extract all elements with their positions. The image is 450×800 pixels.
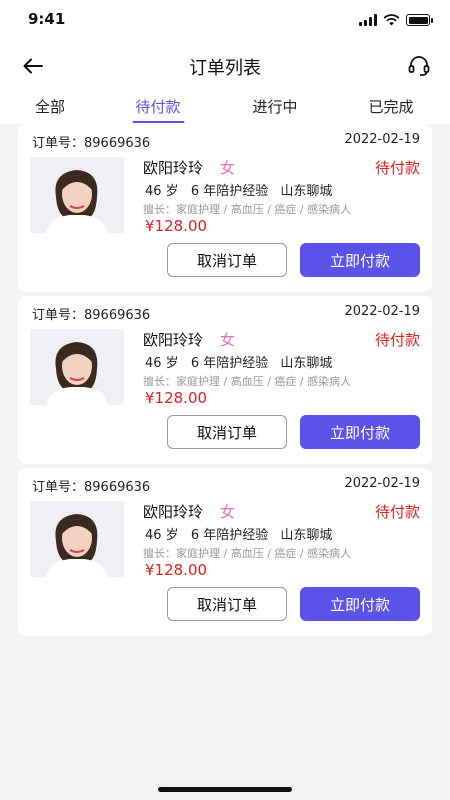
order-status: 待付款: [374, 159, 420, 177]
page-title: 订单列表: [189, 58, 261, 79]
caregiver-location: 山东聊城: [280, 184, 333, 199]
gender-label: 女: [220, 159, 236, 177]
gender-label: 女: [220, 503, 236, 521]
order-date: 2022-02-19: [344, 132, 420, 147]
avatar: [30, 501, 124, 577]
tab-active-indicator: [131, 121, 184, 123]
tab-in-progress[interactable]: 进行中: [252, 96, 297, 117]
avatar: [30, 329, 124, 405]
pay-now-button[interactable]: 立即付款: [300, 587, 420, 621]
caregiver-info: 46 岁 6 年陪护经验 山东聊城: [145, 524, 340, 543]
caregiver-info: 46 岁 6 年陪护经验 山东聊城: [145, 352, 340, 371]
tab-label: 待付款: [135, 98, 181, 116]
wifi-icon: [383, 14, 400, 26]
order-date: 2022-02-19: [344, 476, 420, 491]
order-number-value: 89669636: [84, 308, 151, 323]
order-number-label: 订单号：: [32, 308, 85, 323]
tab-pending-payment[interactable]: 待付款: [131, 96, 184, 123]
caregiver-experience: 6 年陪护经验: [190, 356, 269, 371]
order-status: 待付款: [374, 503, 420, 521]
caregiver-age: 46 岁: [145, 184, 179, 199]
status-bar: 9:41: [0, 0, 450, 44]
avatar: [30, 157, 124, 233]
tab-all[interactable]: 全部: [35, 96, 65, 117]
tab-completed[interactable]: 已完成: [368, 96, 413, 117]
cellular-signal-icon: [359, 14, 377, 26]
home-indicator[interactable]: [158, 787, 292, 792]
caregiver-experience: 6 年陪护经验: [190, 528, 269, 543]
order-status: 待付款: [374, 331, 420, 349]
battery-level: [408, 16, 428, 24]
order-price: ¥128.00: [145, 389, 208, 407]
caregiver-age: 46 岁: [145, 528, 179, 543]
caregiver-location: 山东聊城: [280, 528, 333, 543]
gender-label: 女: [220, 331, 236, 349]
headset-icon: [408, 56, 430, 76]
caregiver-name: 欧阳玲玲: [143, 331, 204, 349]
order-number: 订单号：89669636: [32, 304, 150, 323]
order-card[interactable]: 订单号：89669636 2022-02-19 欧阳玲玲 女 待付款 46 岁 …: [18, 296, 432, 464]
order-price: ¥128.00: [145, 217, 208, 235]
cancel-order-button[interactable]: 取消订单: [167, 415, 287, 449]
order-number: 订单号：89669636: [32, 476, 150, 495]
caregiver-experience: 6 年陪护经验: [190, 184, 269, 199]
order-list: 订单号：89669636 2022-02-19 欧阳玲玲 女 待付款 46 岁 …: [18, 124, 432, 640]
pay-now-button[interactable]: 立即付款: [300, 415, 420, 449]
pay-now-button[interactable]: 立即付款: [300, 243, 420, 277]
caregiver-age: 46 岁: [145, 356, 179, 371]
order-number-label: 订单号：: [32, 136, 85, 151]
order-number-value: 89669636: [84, 480, 151, 495]
header: 9:41 订单列表 全部 待付款 进行中 已完成: [0, 0, 450, 124]
cancel-order-button[interactable]: 取消订单: [167, 243, 287, 277]
caregiver-specialty: 擅长：家庭护理 / 高血压 / 癌症 / 感染病人: [143, 203, 352, 216]
order-date: 2022-02-19: [344, 304, 420, 319]
caregiver-location: 山东聊城: [280, 356, 333, 371]
caregiver-name: 欧阳玲玲: [143, 503, 204, 521]
battery-icon: [406, 14, 433, 26]
tab-bar: 全部 待付款 进行中 已完成: [0, 92, 450, 124]
order-card[interactable]: 订单号：89669636 2022-02-19 欧阳玲玲 女 待付款 46 岁 …: [18, 124, 432, 292]
caregiver-name: 欧阳玲玲: [143, 159, 204, 177]
caregiver-specialty: 擅长：家庭护理 / 高血压 / 癌症 / 感染病人: [143, 375, 352, 388]
nav-bar: 订单列表: [0, 44, 450, 88]
status-icons: [359, 14, 433, 26]
status-time: 9:41: [28, 10, 66, 28]
order-number: 订单号：89669636: [32, 132, 150, 151]
cancel-order-button[interactable]: 取消订单: [167, 587, 287, 621]
caregiver-info: 46 岁 6 年陪护经验 山东聊城: [145, 180, 340, 199]
caregiver-specialty: 擅长：家庭护理 / 高血压 / 癌症 / 感染病人: [143, 547, 352, 560]
customer-service-button[interactable]: [404, 52, 434, 80]
order-card[interactable]: 订单号：89669636 2022-02-19 欧阳玲玲 女 待付款 46 岁 …: [18, 468, 432, 636]
order-price: ¥128.00: [145, 561, 208, 579]
order-number-label: 订单号：: [32, 480, 85, 495]
order-number-value: 89669636: [84, 136, 151, 151]
